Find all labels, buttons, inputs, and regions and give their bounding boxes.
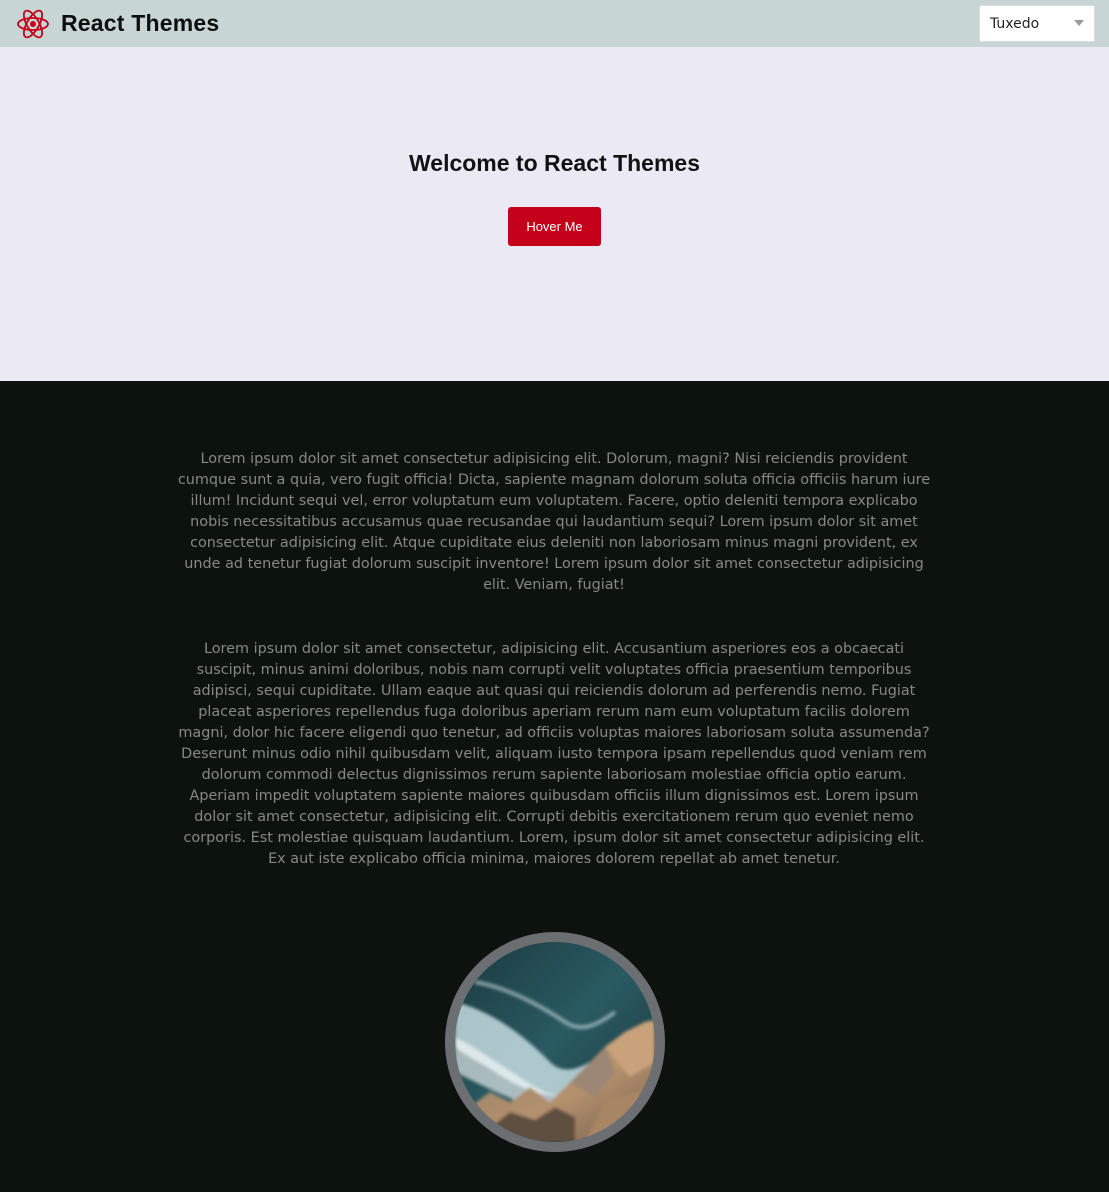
brand[interactable]: React Themes [16,7,219,41]
paragraph-2: Lorem ipsum dolor sit amet consectetur, … [178,641,930,867]
ocean-rocks-image [455,942,655,1142]
hero-section: Welcome to React Themes Hover Me [0,47,1109,381]
hero-title: Welcome to React Themes [408,150,700,176]
hover-me-button[interactable]: Hover Me [508,207,601,246]
chevron-down-icon [1074,20,1084,26]
image-frame [445,932,665,1152]
paragraph-1: Lorem ipsum dolor sit amet consectetur a… [177,451,931,593]
theme-select-value: Tuxedo [990,15,1040,32]
content-section: Lorem ipsum dolor sit amet consectetur a… [0,381,1109,1192]
navbar: React Themes Tuxedo [0,0,1109,47]
brand-title: React Themes [61,10,220,36]
theme-select[interactable]: Tuxedo [979,5,1095,42]
react-atom-icon [17,9,49,38]
